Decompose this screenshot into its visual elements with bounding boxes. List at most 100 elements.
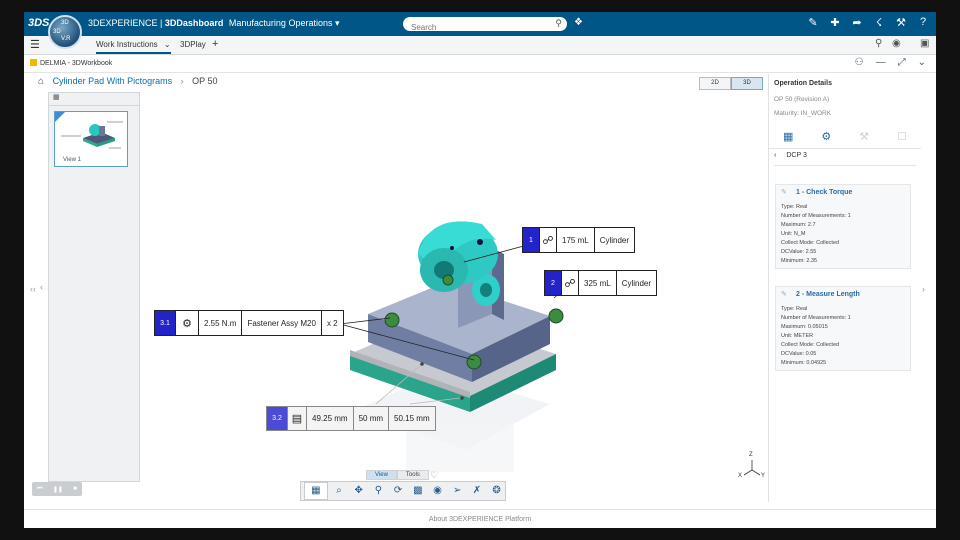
view-2d-button[interactable]: 2D bbox=[699, 77, 731, 90]
search-input[interactable] bbox=[403, 20, 559, 35]
zoom-area-icon[interactable]: ⚲ bbox=[370, 483, 387, 499]
add-icon[interactable]: ✚ bbox=[828, 16, 842, 29]
breadcrumb-parent[interactable]: Cylinder Pad With Pictograms bbox=[53, 76, 173, 86]
operation-details-panel: Operation Details OP 50 (Revision A) Mat… bbox=[768, 74, 921, 502]
context-label: Manufacturing Operations bbox=[228, 18, 333, 28]
chat-icon[interactable]: ▣ bbox=[920, 38, 929, 49]
compass-left-label: 3D bbox=[53, 29, 61, 35]
check-card[interactable]: 1 - Check Torque Type: Real Number of Me… bbox=[775, 184, 911, 269]
compass-top-label: 3D bbox=[61, 20, 69, 26]
view-3d-button[interactable]: 3D bbox=[731, 77, 763, 90]
view-mode-toggle: 2D 3D bbox=[699, 77, 763, 90]
check-collect-mode: Collect Mode: Collected bbox=[781, 341, 840, 348]
check-dcvalue: DCValue: 2.55 bbox=[781, 248, 817, 255]
user-settings-icon[interactable]: ⚇ bbox=[855, 57, 864, 68]
viewer-tabs: View Tools bbox=[366, 470, 429, 480]
add-tab-icon[interactable]: + bbox=[212, 38, 218, 50]
collapse-right-icon[interactable]: › bbox=[922, 284, 925, 294]
previous-icon[interactable]: ⏮ bbox=[37, 486, 42, 493]
pause-icon[interactable]: ❚❚ bbox=[53, 486, 63, 493]
compass-icon[interactable]: 3D 3D V.R bbox=[48, 15, 82, 49]
annotation-number: 2 bbox=[545, 271, 562, 295]
thumbnail-part-image bbox=[61, 121, 123, 149]
widget-header: DELMIA - 3DWorkbook ⚇ — ⤢ ⌄ bbox=[24, 55, 936, 73]
view-thumbnail[interactable]: View 1 bbox=[54, 111, 128, 167]
hose-icon: ☍ bbox=[562, 271, 579, 295]
maximize-icon[interactable]: ⤢ bbox=[898, 57, 906, 68]
rotate-icon[interactable]: ⟳ bbox=[390, 483, 407, 499]
annotation-1[interactable]: 1 ☍ 175 mL Cylinder bbox=[522, 227, 636, 253]
material-icon[interactable]: ◉ bbox=[429, 483, 446, 499]
torque-wrench-icon: ⚙ bbox=[176, 311, 199, 335]
check-title[interactable]: 1 - Check Torque bbox=[776, 185, 910, 202]
tab-tools[interactable]: Tools bbox=[396, 470, 429, 480]
tools-icon[interactable]: ⚒ bbox=[894, 16, 908, 29]
zoom-icon[interactable]: ⌕ bbox=[331, 483, 348, 499]
annotation-part: Cylinder bbox=[621, 278, 652, 288]
chevron-down-icon[interactable]: ⌄ bbox=[164, 40, 171, 49]
views-panel: ▦ View 1 bbox=[48, 92, 140, 482]
minimize-icon[interactable]: — bbox=[876, 57, 886, 68]
check-type: Type: Real bbox=[781, 305, 808, 312]
check-card[interactable]: 2 - Measure Length Type: Real Number of … bbox=[775, 286, 911, 371]
check-maximum: Maximum: 2.7 bbox=[781, 221, 816, 228]
annotation-quantity: x 2 bbox=[326, 318, 338, 328]
user-icon[interactable]: ✎ bbox=[806, 16, 820, 29]
playback-controls: ⏮ ❚❚ ■ bbox=[32, 482, 82, 496]
book-icon[interactable]: ▦ bbox=[783, 130, 793, 143]
grid-icon[interactable]: ▦ bbox=[53, 94, 60, 101]
tab-label: Work Instructions bbox=[96, 40, 158, 49]
chevron-down-icon[interactable]: ▾ bbox=[335, 18, 340, 28]
check-title[interactable]: 2 - Measure Length bbox=[776, 287, 910, 304]
tools-icon[interactable]: ⚒ bbox=[859, 130, 869, 143]
render-style-icon[interactable]: ▩ bbox=[409, 483, 426, 499]
breadcrumb-current: OP 50 bbox=[192, 76, 218, 86]
section-icon[interactable]: ❂ bbox=[488, 483, 505, 499]
annotation-number: 3.2 bbox=[267, 407, 288, 430]
dcp-header[interactable]: ‹ DCP 3 bbox=[774, 152, 916, 166]
chevron-left-icon[interactable]: ‹‹ bbox=[30, 284, 36, 294]
thumbnail-label: View 1 bbox=[63, 157, 81, 163]
axis-z-label: Z bbox=[749, 452, 753, 458]
hide-icon[interactable]: ✗ bbox=[469, 483, 486, 499]
network-icon[interactable]: ☇ bbox=[872, 16, 886, 29]
3d-viewer[interactable]: 1 ☍ 175 mL Cylinder 2 ☍ 325 mL Cylinder … bbox=[140, 92, 768, 498]
parts-icon[interactable]: ⚙ bbox=[821, 130, 831, 143]
toggle-icon[interactable]: ◉ bbox=[892, 38, 901, 49]
brand-label: 3DEXPERIENCE bbox=[88, 18, 158, 28]
stop-icon[interactable]: ■ bbox=[73, 486, 77, 492]
annotation-nominal: 50 mm bbox=[354, 407, 390, 430]
menu-icon[interactable]: ☰ bbox=[30, 38, 40, 51]
footer[interactable]: About 3DEXPERIENCE Platform bbox=[24, 509, 936, 528]
help-icon[interactable]: ? bbox=[916, 16, 930, 29]
tab-view[interactable]: View bbox=[366, 470, 397, 480]
pan-icon[interactable]: ✥ bbox=[350, 483, 367, 499]
3ds-logo-icon[interactable]: 3DS bbox=[28, 17, 49, 29]
annotation-3-1[interactable]: 3.1 ⚙ 2.55 N.m Fastener Assy M20 x 2 bbox=[154, 310, 344, 336]
app-window: 3DS 3D 3D V.R 3DEXPERIENCE | 3DDashboard… bbox=[24, 12, 936, 528]
explode-icon[interactable]: ➢ bbox=[449, 483, 466, 499]
platform-label: 3DDashboard bbox=[164, 18, 224, 28]
search-scope-icon[interactable]: ⚲ bbox=[875, 38, 882, 49]
3d-model[interactable] bbox=[140, 92, 768, 498]
home-icon[interactable]: ⌂ bbox=[38, 76, 44, 87]
resources-icon[interactable]: ☐ bbox=[897, 130, 907, 143]
tag-icon[interactable]: ❖ bbox=[574, 17, 583, 28]
axis-y-label: Y bbox=[761, 473, 766, 479]
tab-3dplay[interactable]: 3DPlay bbox=[180, 40, 206, 49]
chevron-down-icon[interactable]: ⌄ bbox=[918, 57, 926, 68]
annotation-3-2[interactable]: 3.2 ▤ 49.25 mm 50 mm 50.15 mm bbox=[266, 406, 436, 431]
annotation-2[interactable]: 2 ☍ 325 mL Cylinder bbox=[544, 270, 658, 296]
view-selector-icon[interactable]: ▦ bbox=[304, 482, 328, 500]
chevron-left-icon[interactable]: ‹ bbox=[774, 152, 776, 159]
search-icon[interactable]: ⚲ bbox=[555, 18, 562, 29]
tab-work-instructions[interactable]: Work Instructions ⌄ bbox=[96, 40, 171, 54]
favorite-icon[interactable]: ♡ bbox=[430, 470, 438, 481]
axis-indicator: Z X Y bbox=[738, 452, 766, 482]
annotation-value: 175 mL bbox=[557, 228, 595, 252]
annotation-number: 3.1 bbox=[155, 311, 176, 335]
share-icon[interactable]: ➦ bbox=[850, 16, 864, 29]
collapse-left-icon[interactable]: ‹ bbox=[40, 282, 43, 292]
app-title[interactable]: 3DEXPERIENCE | 3DDashboard Manufacturing… bbox=[88, 18, 340, 29]
annotation-number: 1 bbox=[523, 228, 540, 252]
